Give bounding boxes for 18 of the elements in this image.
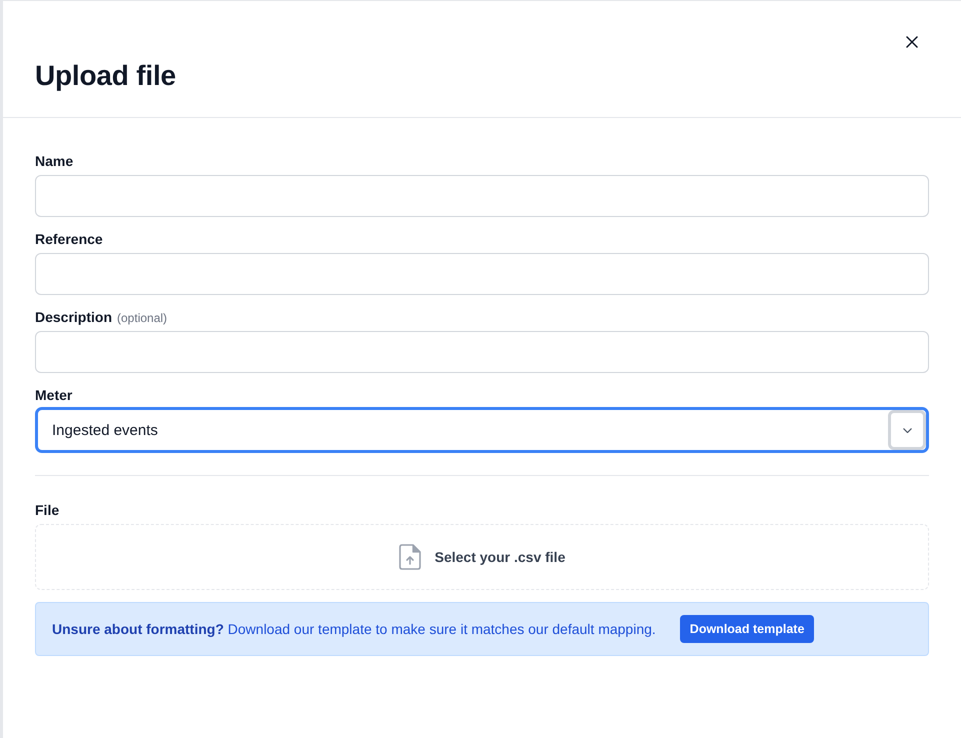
text-field[interactable]: [35, 331, 929, 373]
field-label: Meter: [35, 386, 72, 405]
close-icon: [906, 36, 918, 48]
dialog-title: Upload file: [35, 59, 176, 93]
field-label: Description: [35, 308, 112, 327]
field-label: Name: [35, 152, 74, 171]
field-label: Reference: [35, 230, 103, 249]
file-upload-icon: [398, 544, 421, 570]
select-field[interactable]: Ingested events: [35, 407, 929, 453]
file-dropzone[interactable]: Select your .csv file: [35, 524, 929, 590]
dropdown-button[interactable]: [888, 410, 926, 450]
chevron-down-icon: [902, 428, 912, 432]
text-field[interactable]: [35, 175, 929, 217]
optional-hint: (optional): [117, 310, 168, 327]
notice-text: Unsure about formatting? Download our template to make sure it matches our default mapping.: [52, 620, 656, 639]
field-label: File: [35, 501, 60, 520]
download-template-button[interactable]: Download template: [680, 615, 814, 643]
text-field[interactable]: [35, 253, 929, 295]
